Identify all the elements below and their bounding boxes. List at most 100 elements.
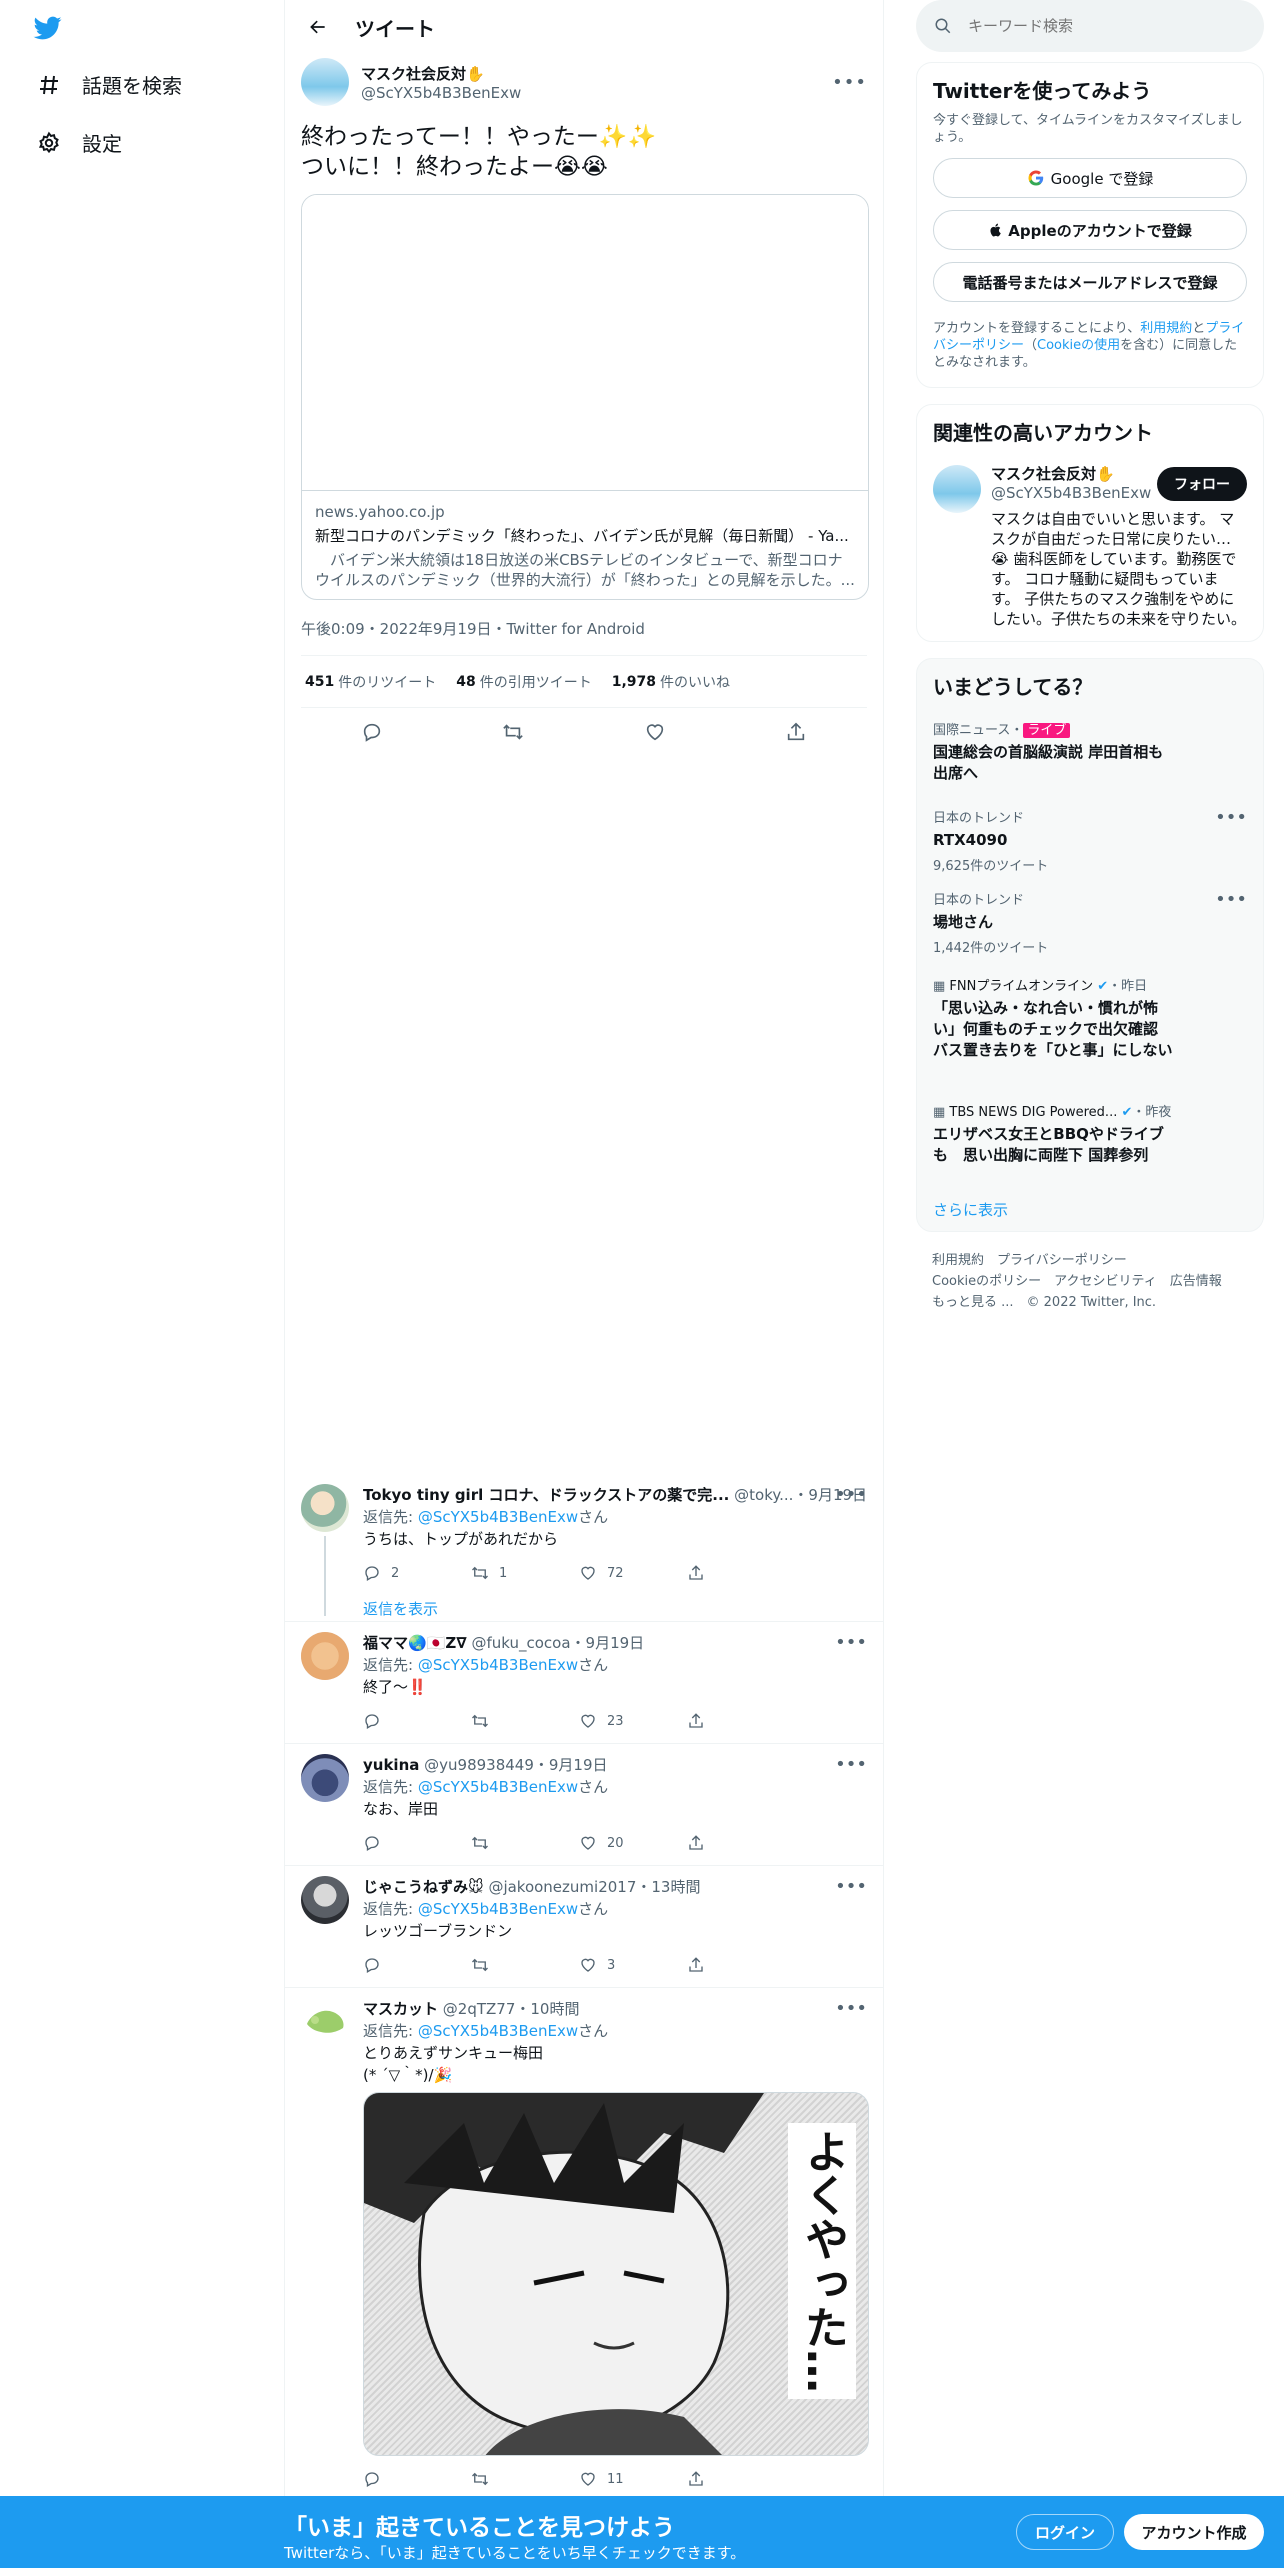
terms-link[interactable]: 利用規約 <box>1140 321 1192 336</box>
author-name[interactable]: マスク社会反対✋ <box>361 63 521 84</box>
reply-to-link[interactable]: @ScYX5b4B3BenExw <box>418 1900 578 1918</box>
like-button[interactable]: 3 <box>579 1956 687 1974</box>
reply-time[interactable]: ・9月19日 <box>571 1634 645 1652</box>
more-options-icon[interactable]: ••• <box>835 1632 867 1653</box>
tweet-timestamp[interactable]: 午後0:09・2022年9月19日・Twitter for Android <box>301 618 867 656</box>
reply-author-handle[interactable]: @yu98938449 <box>424 1756 534 1774</box>
avatar[interactable] <box>301 1998 349 2046</box>
nav-settings[interactable]: 設定 <box>36 128 122 157</box>
retweet-button[interactable] <box>471 1712 579 1730</box>
share-button[interactable] <box>687 1564 795 1582</box>
retweet-label[interactable]: 件のリツイート <box>338 672 436 692</box>
reply-button[interactable] <box>363 1834 471 1852</box>
reply-to-link[interactable]: @ScYX5b4B3BenExw <box>418 1656 578 1674</box>
like-button[interactable]: 23 <box>579 1712 687 1730</box>
quote-label[interactable]: 件の引用ツイート <box>480 672 592 692</box>
reply-text: レッツゴーブランドン <box>363 1922 513 1940</box>
reply-author-name[interactable]: yukina <box>363 1756 419 1774</box>
reply-button[interactable] <box>363 1712 471 1730</box>
retweet-icon[interactable] <box>502 721 524 743</box>
like-button[interactable]: 72 <box>579 1564 687 1582</box>
trend-item[interactable]: 日本のトレンド RTX4090 9,625件のツイート ••• <box>933 807 1247 874</box>
avatar[interactable] <box>301 1876 349 1924</box>
more-options-icon[interactable]: ••• <box>1215 889 1247 910</box>
reply-author-handle[interactable]: @2qTZ77 <box>443 2000 516 2018</box>
footer-line-3[interactable]: もっと見る ... © 2022 Twitter, Inc. <box>932 1292 1222 1313</box>
share-icon[interactable] <box>785 721 807 743</box>
avatar[interactable] <box>301 1632 349 1680</box>
retweet-button[interactable]: 1 <box>471 1564 579 1582</box>
reply-icon[interactable] <box>361 721 383 743</box>
like-label[interactable]: 件のいいね <box>660 672 730 692</box>
share-button[interactable] <box>687 1956 795 1974</box>
reply-to-link[interactable]: @ScYX5b4B3BenExw <box>418 1778 578 1796</box>
reply-item[interactable]: yukina @yu98938449・9月19日 返信先: @ScYX5b4B3… <box>285 1744 883 1866</box>
reply-item[interactable]: じゃこうねずみ🐭 @jakoonezumi2017・13時間 返信先: @ScY… <box>285 1866 883 1988</box>
legal-text-3: （ <box>1024 338 1038 353</box>
trend-item[interactable]: ▦ FNNプライムオンライン ✔・昨日 「思い込み・なれ合い・慣れが怖い」何重も… <box>933 975 1247 1061</box>
related-account-name[interactable]: マスク社会反対✋ <box>991 463 1151 484</box>
footer-line-1[interactable]: 利用規約 プライバシーポリシー <box>932 1250 1222 1271</box>
cookie-link[interactable]: Cookieの使用 <box>1037 338 1120 353</box>
avatar[interactable] <box>301 58 349 106</box>
more-options-icon[interactable]: ••• <box>835 1876 867 1897</box>
reply-button[interactable]: 2 <box>363 1564 471 1582</box>
more-options-icon[interactable]: ••• <box>1215 807 1247 828</box>
reply-image[interactable]: よくやった… <box>363 2092 869 2456</box>
more-options-icon[interactable]: ••• <box>835 1484 867 1505</box>
trend-item[interactable]: 国際ニュース・ ライブ 国連総会の首脳級演説 岸田首相も出席へ <box>933 719 1247 784</box>
search-box[interactable] <box>916 0 1264 52</box>
author-handle[interactable]: @ScYX5b4B3BenExw <box>361 84 521 102</box>
login-button[interactable]: ログイン <box>1016 2514 1114 2550</box>
trend-item[interactable]: 日本のトレンド 場地さん 1,442件のツイート ••• <box>933 889 1247 956</box>
retweet-button[interactable] <box>471 1956 579 1974</box>
reply-item[interactable]: 福ママ🌏🇯🇵Z∇ @fuku_cocoa・9月19日 返信先: @ScYX5b4… <box>285 1622 883 1744</box>
reply-to-link[interactable]: @ScYX5b4B3BenExw <box>418 2022 578 2040</box>
more-options-icon[interactable]: ••• <box>832 72 867 93</box>
reply-time[interactable]: ・10時間 <box>515 2000 579 2018</box>
reply-author-name[interactable]: マスカット <box>363 2000 438 2018</box>
more-options-icon[interactable]: ••• <box>835 1754 867 1775</box>
show-replies-link[interactable]: 返信を表示 <box>363 1598 867 1619</box>
google-signup-button[interactable]: Google で登録 <box>933 158 1247 198</box>
reply-author-handle[interactable]: @fuku_cocoa <box>471 1634 570 1652</box>
reply-author-name[interactable]: 福ママ🌏🇯🇵Z∇ <box>363 1634 467 1652</box>
avatar[interactable] <box>933 465 981 513</box>
more-options-icon[interactable]: ••• <box>835 1998 867 2019</box>
reply-author-handle[interactable]: @jakoonezumi2017 <box>488 1878 636 1896</box>
like-button[interactable]: 11 <box>579 2470 687 2488</box>
footer-line-2[interactable]: Cookieのポリシー アクセシビリティ 広告情報 <box>932 1271 1222 1292</box>
avatar[interactable] <box>301 1484 349 1532</box>
apple-signup-button[interactable]: Appleのアカウントで登録 <box>933 210 1247 250</box>
like-icon[interactable] <box>644 721 666 743</box>
signup-button[interactable]: アカウント作成 <box>1124 2514 1264 2550</box>
nav-explore[interactable]: 話題を検索 <box>36 70 182 99</box>
reply-to-link[interactable]: @ScYX5b4B3BenExw <box>418 1508 578 1526</box>
reply-button[interactable] <box>363 1956 471 1974</box>
avatar[interactable] <box>301 1754 349 1802</box>
share-button[interactable] <box>687 1834 795 1852</box>
retweet-button[interactable] <box>471 1834 579 1852</box>
reply-button[interactable] <box>363 2470 471 2488</box>
search-input[interactable] <box>968 17 1238 35</box>
reply-time[interactable]: ・13時間 <box>636 1878 700 1896</box>
reply-author-name[interactable]: じゃこうねずみ🐭 <box>363 1878 484 1896</box>
reply-time[interactable]: ・9月19日 <box>534 1756 608 1774</box>
back-arrow-icon[interactable] <box>301 10 335 44</box>
share-button[interactable] <box>687 2470 795 2488</box>
related-account-info[interactable]: マスク社会反対✋ @ScYX5b4B3BenExw <box>991 463 1151 502</box>
related-account-handle[interactable]: @ScYX5b4B3BenExw <box>991 484 1151 502</box>
reply-author-name[interactable]: Tokyo tiny girl コロナ、ドラックストアの薬で完... <box>363 1486 729 1504</box>
trend-item[interactable]: ▦ TBS NEWS DIG Powered... ✔・昨夜 エリザベス女王とB… <box>933 1101 1247 1166</box>
reply-author-handle[interactable]: @toky... <box>734 1486 793 1504</box>
show-more-link[interactable]: さらに表示 <box>933 1199 1247 1220</box>
twitter-logo-icon[interactable] <box>32 14 64 42</box>
link-card[interactable]: news.yahoo.co.jp 新型コロナのパンデミック「終わった」、バイデン… <box>301 194 869 600</box>
reply-item[interactable]: Tokyo tiny girl コロナ、ドラックストアの薬で完... @toky… <box>285 1474 883 1622</box>
reply-item[interactable]: マスカット @2qTZ77・10時間 返信先: @ScYX5b4B3BenExw… <box>285 1988 883 2508</box>
follow-button[interactable]: フォロー <box>1157 467 1247 501</box>
like-button[interactable]: 20 <box>579 1834 687 1852</box>
phone-email-signup-button[interactable]: 電話番号またはメールアドレスで登録 <box>933 262 1247 302</box>
share-button[interactable] <box>687 1712 795 1730</box>
retweet-button[interactable] <box>471 2470 579 2488</box>
